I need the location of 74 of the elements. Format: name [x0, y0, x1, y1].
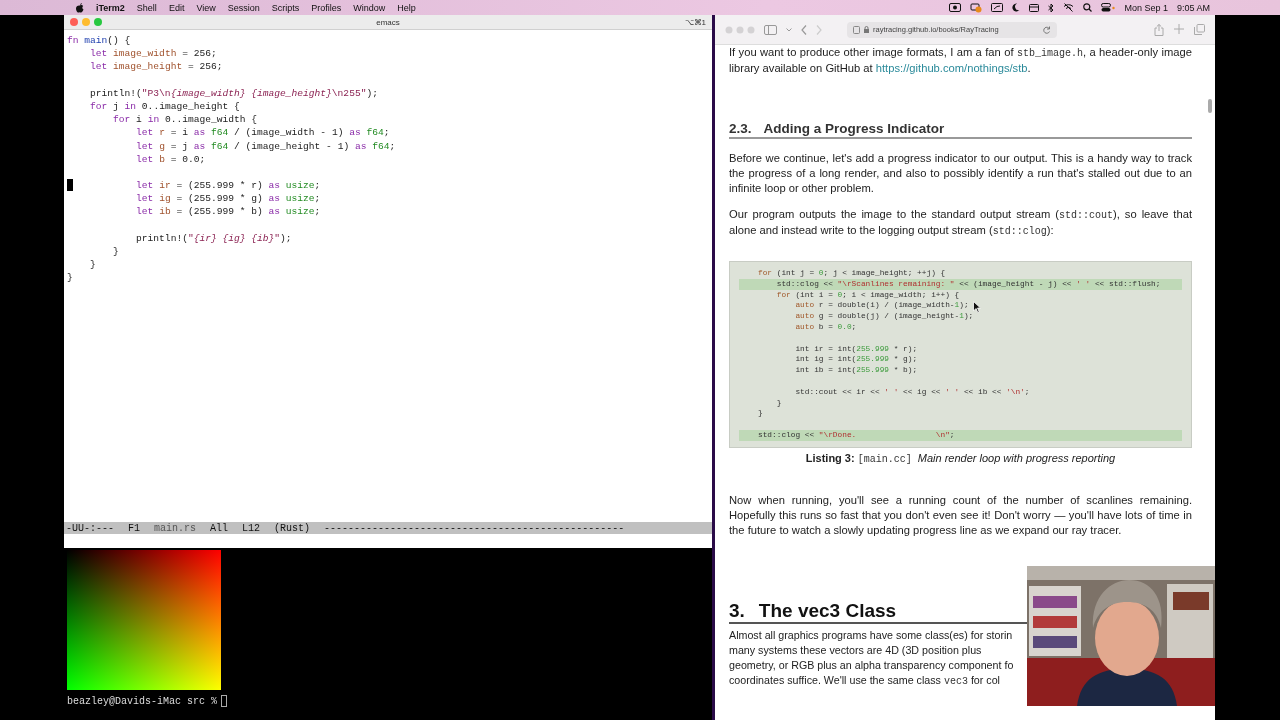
code-line: fn main() {: [67, 34, 131, 48]
scrollbar-thumb[interactable]: [1208, 99, 1212, 113]
code-line: println!("{ir} {ig} {ib}");: [135, 231, 292, 245]
menu-item[interactable]: Window: [353, 2, 386, 13]
code-line: for j in 0..image_height {: [89, 99, 240, 114]
code-line: let b = 0.0;: [135, 152, 206, 166]
code-line: }: [112, 245, 119, 259]
zoom-button[interactable]: [94, 18, 102, 26]
code-line: let ib = (255.999 * b) as usize;: [135, 205, 321, 219]
menu-bar-clock[interactable]: 9:05 AM: [1176, 2, 1210, 13]
code-line: let ig = (255.999 * g) as usize;: [135, 192, 321, 206]
control-center-icon[interactable]: [1101, 3, 1116, 12]
window-controls[interactable]: [725, 25, 755, 34]
screen-icon[interactable]: [991, 3, 1004, 12]
reload-icon[interactable]: [1043, 25, 1051, 34]
tabs-icon[interactable]: [1194, 23, 1205, 35]
minimize-button[interactable]: [82, 18, 90, 26]
text-cursor: [221, 695, 228, 707]
buffer-name: main.rs: [154, 522, 197, 534]
lock-icon: [864, 26, 869, 33]
menu-item[interactable]: Profiles: [311, 2, 342, 13]
frame-name: F1: [128, 522, 141, 534]
menu-item[interactable]: Scripts: [271, 2, 300, 13]
code-line: }: [89, 258, 96, 272]
code-line: let image_height = 256;: [89, 60, 223, 74]
listing-caption: Listing 3: [main.cc] Main render loop with progress reporting: [804, 450, 1117, 467]
close-button[interactable]: [70, 18, 78, 26]
camera-icon[interactable]: [949, 3, 962, 12]
link[interactable]: https://github.com/nothings/stb: [875, 62, 1028, 74]
buffer-extent: All: [210, 522, 229, 534]
paragraph: Before we continue, let's add a progress indicator to our output. This is a handy way to track the progress of a long render, and also to possibly identify a run that's stalled out due to an infinite loop or other problem.: [729, 151, 1192, 196]
text-line: Almost all graphics programs have some class(es) for storin: [729, 627, 1013, 643]
wifi-off-icon[interactable]: [1063, 3, 1075, 12]
sidebar-icon[interactable]: [764, 24, 777, 35]
window-shortcut: ⌥⌘1: [684, 17, 706, 27]
text-line: geometry, or RGB plus an alpha transparency component fo: [729, 657, 1014, 673]
moon-icon[interactable]: [1012, 3, 1021, 12]
shell-prompt: beazley@Davids-iMac src %: [67, 695, 218, 707]
code-line: for i in 0..image_width {: [112, 113, 257, 127]
section-heading: 2.3. Adding a Progress Indicator: [729, 121, 945, 136]
paragraph: Now when running, you'll see a running count of the number of scanlines remaining. Hopefully this runs so fast that you don't even see it! Don't worry — you'll have lots of time in the future to watch a slowly updating progress line as we expand our ray tracer.: [729, 492, 1192, 538]
pointer-icon: [973, 301, 981, 313]
code-line: let ir = (255.999 * r) as usize;: [67, 179, 321, 193]
menu-item[interactable]: View: [196, 2, 216, 13]
app-menu[interactable]: iTerm2: [96, 2, 125, 13]
mode-line-fill: --------------------------------------------------: [324, 522, 625, 534]
line-number: L12: [242, 522, 261, 534]
code-line: let r = i as f64 / (image_width - 1) as f64;: [135, 126, 390, 140]
menu-item[interactable]: Help: [397, 2, 416, 13]
text-line: coordinates suffice. We'll use the same class vec3 for col: [729, 672, 1000, 689]
search-icon[interactable]: [1083, 3, 1093, 12]
display-icon[interactable]: [1029, 3, 1040, 12]
apple-icon[interactable]: [76, 2, 84, 13]
menu-item[interactable]: Shell: [136, 2, 157, 13]
code-line: let image_width = 256;: [89, 47, 217, 61]
share-icon[interactable]: [1154, 23, 1164, 36]
forward-icon[interactable]: [816, 24, 822, 35]
menu-item[interactable]: Session: [227, 2, 260, 13]
chapter-heading: 3. The vec3 Class: [729, 599, 897, 621]
window-title: emacs: [376, 17, 400, 27]
bluetooth-icon[interactable]: [1048, 2, 1055, 13]
back-icon[interactable]: [801, 24, 807, 35]
page-icon: [853, 25, 860, 34]
buffer-state: -UU-:---: [66, 522, 114, 534]
major-mode: (Rust): [274, 522, 311, 534]
code-line: let g = j as f64 / (image_height - 1) as f64;: [135, 139, 396, 153]
code-line: }: [67, 271, 73, 285]
code-line: println!("P3\n{image_width} {image_height}\n255");: [89, 86, 378, 100]
text-line: many systems these vectors are 4D (3D position plus: [729, 642, 982, 658]
chevron-icon[interactable]: [786, 27, 792, 32]
menu-item[interactable]: Edit: [168, 2, 185, 13]
app-icon[interactable]: [970, 2, 983, 13]
plus-icon[interactable]: [1174, 23, 1184, 34]
menu-bar-date[interactable]: Mon Sep 1: [1124, 2, 1168, 13]
